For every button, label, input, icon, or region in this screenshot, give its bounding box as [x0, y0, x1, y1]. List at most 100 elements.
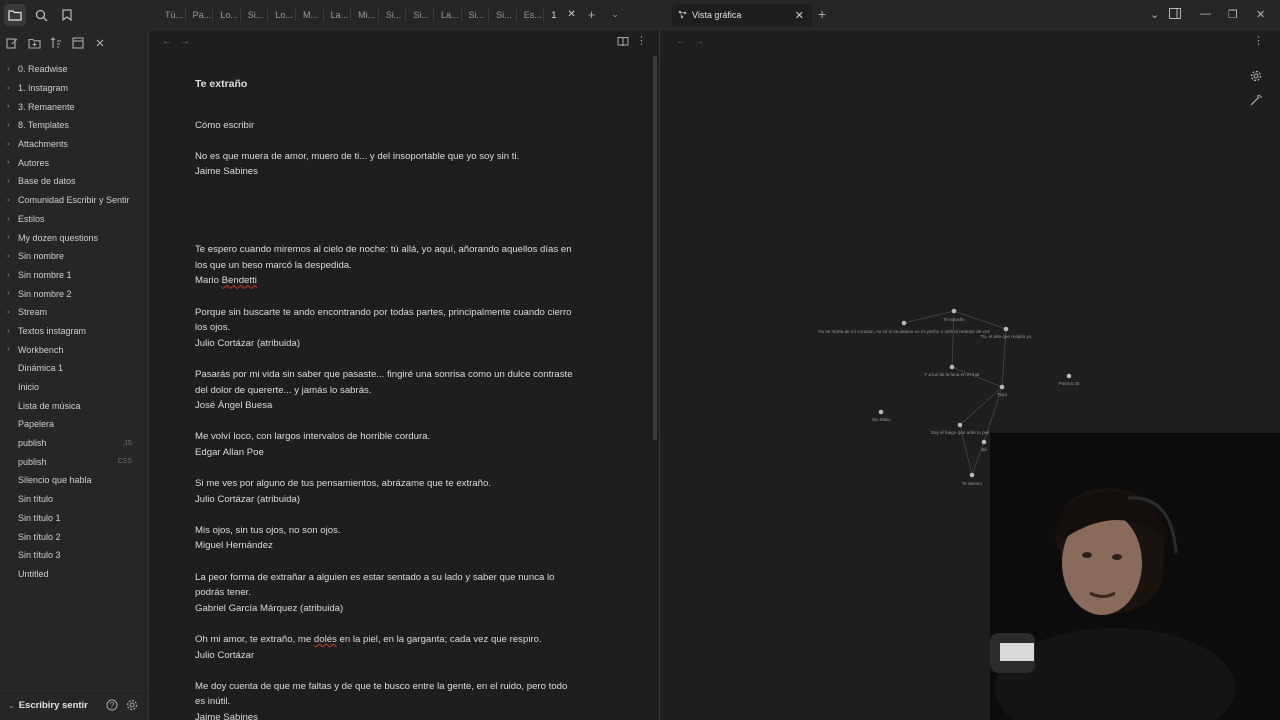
tab[interactable]: Lo...: [213, 7, 241, 22]
minimize-icon[interactable]: —: [1200, 8, 1211, 20]
folder-item[interactable]: › Sin nombre: [0, 247, 148, 266]
collapse-icon[interactable]: [71, 36, 85, 50]
file-item[interactable]: publish JS: [0, 434, 148, 453]
folder-item[interactable]: › Textos instagram: [0, 322, 148, 341]
tree-item-label: Stream: [18, 307, 48, 318]
file-item[interactable]: Sin título 2: [0, 527, 148, 546]
folder-item[interactable]: › Base de datos: [0, 172, 148, 191]
tab[interactable]: Si...: [406, 7, 434, 22]
new-note-icon[interactable]: [5, 36, 19, 50]
note-content[interactable]: Te extraño Cómo escribir No es que muera …: [195, 77, 605, 720]
spellcheck-word[interactable]: dolés: [314, 634, 337, 645]
close-all-icon[interactable]: [93, 36, 107, 50]
new-folder-icon[interactable]: [27, 36, 41, 50]
graph-node[interactable]: [1066, 373, 1072, 379]
folder-item[interactable]: › Stream: [0, 303, 148, 322]
tab[interactable]: M...: [296, 7, 324, 22]
graph-node[interactable]: [951, 308, 957, 314]
chevron-right-icon[interactable]: ›: [7, 214, 13, 223]
file-item[interactable]: Sin título 3: [0, 546, 148, 565]
graph-node[interactable]: [1003, 326, 1009, 332]
search-icon[interactable]: [30, 4, 52, 26]
folder-item[interactable]: › 0. Readwise: [0, 60, 148, 79]
chevron-right-icon[interactable]: ›: [7, 177, 13, 185]
folder-item[interactable]: › Workbench: [0, 340, 148, 359]
graph-node[interactable]: [969, 472, 975, 478]
more-options-icon[interactable]: ⋮: [636, 34, 647, 47]
file-item[interactable]: Dinámica 1: [0, 359, 148, 378]
back-arrow-icon[interactable]: ←: [162, 36, 172, 47]
chevron-right-icon[interactable]: ›: [7, 102, 13, 110]
file-item[interactable]: publish CSS: [0, 452, 148, 471]
chevron-right-icon[interactable]: ›: [7, 251, 13, 260]
chevron-right-icon[interactable]: ›: [7, 326, 13, 335]
folder-item[interactable]: › Estilos: [0, 210, 148, 229]
forward-arrow-icon[interactable]: →: [180, 36, 190, 47]
chevron-right-icon[interactable]: ›: [7, 158, 13, 166]
graph-node[interactable]: [901, 320, 907, 326]
tab[interactable]: Si...: [489, 7, 517, 22]
chevron-right-icon[interactable]: ›: [7, 83, 13, 92]
close-window-icon[interactable]: ✕: [1256, 8, 1265, 21]
tab[interactable]: Lo...: [268, 7, 296, 22]
help-icon[interactable]: ?: [106, 699, 120, 713]
chevron-right-icon[interactable]: ›: [7, 195, 13, 204]
scrollbar[interactable]: [653, 56, 657, 440]
file-item[interactable]: Silencio que habla: [0, 471, 148, 490]
tab[interactable]: Tú...: [158, 7, 186, 22]
tab[interactable]: Mi...: [351, 7, 379, 22]
tab-graph-view[interactable]: Vista gráfica ✕: [672, 4, 812, 26]
folder-item[interactable]: › Sin nombre 2: [0, 284, 148, 303]
bookmark-icon[interactable]: [56, 4, 78, 26]
close-tab-icon[interactable]: ✕: [567, 9, 575, 20]
files-icon[interactable]: [4, 4, 26, 26]
toggle-sidebar-icon[interactable]: [1169, 8, 1181, 22]
tab[interactable]: Si...: [241, 7, 269, 22]
vault-switcher[interactable]: ⌄ Escribiry sentir ?: [0, 690, 149, 720]
tab[interactable]: Si...: [379, 7, 407, 22]
graph-node[interactable]: [999, 384, 1005, 390]
close-tab-icon[interactable]: ✕: [795, 9, 804, 22]
new-tab-icon[interactable]: +: [588, 7, 596, 22]
graph-node[interactable]: [878, 409, 884, 415]
chevron-right-icon[interactable]: ›: [7, 345, 13, 353]
file-item[interactable]: Papelera: [0, 415, 148, 434]
folder-item[interactable]: › Sin nombre 1: [0, 266, 148, 285]
tab[interactable]: La...: [434, 7, 462, 22]
graph-node[interactable]: [957, 422, 963, 428]
file-item[interactable]: Sin título: [0, 490, 148, 509]
folder-item[interactable]: › 3. Remanente: [0, 97, 148, 116]
folder-item[interactable]: › My dozen questions: [0, 228, 148, 247]
tab[interactable]: Pa...: [186, 7, 214, 22]
chevron-right-icon[interactable]: ›: [7, 233, 13, 241]
file-item[interactable]: Lista de música: [0, 396, 148, 415]
settings-icon[interactable]: [126, 699, 140, 713]
file-item[interactable]: Sin título 1: [0, 509, 148, 528]
sort-icon[interactable]: [49, 36, 63, 50]
folder-item[interactable]: › 8. Templates: [0, 116, 148, 135]
reading-view-icon[interactable]: [617, 35, 629, 50]
tab[interactable]: La...: [324, 7, 352, 22]
folder-item[interactable]: › 1. Instagram: [0, 79, 148, 98]
folder-item[interactable]: › Attachments: [0, 135, 148, 154]
graph-node[interactable]: [949, 364, 955, 370]
folder-item[interactable]: › Comunidad Escribir y Sentir: [0, 191, 148, 210]
chevron-right-icon[interactable]: ›: [7, 65, 13, 73]
chevron-right-icon[interactable]: ›: [7, 139, 13, 148]
tab[interactable]: Es...: [517, 7, 545, 22]
chevron-right-icon[interactable]: ›: [7, 270, 13, 279]
maximize-icon[interactable]: ❐: [1228, 8, 1238, 21]
chevron-right-icon[interactable]: ›: [7, 289, 13, 297]
chevron-right-icon[interactable]: ›: [7, 121, 13, 129]
tab-list-icon[interactable]: ⌄: [611, 9, 619, 20]
tab-active[interactable]: 1: [544, 8, 566, 22]
file-item[interactable]: Inicio: [0, 378, 148, 397]
tab-list-icon[interactable]: ⌄: [1150, 8, 1159, 21]
graph-node[interactable]: [981, 439, 987, 445]
folder-item[interactable]: › Autores: [0, 153, 148, 172]
file-item[interactable]: Untitled: [0, 565, 148, 584]
new-tab-icon[interactable]: +: [818, 6, 826, 22]
tab[interactable]: Si...: [462, 7, 490, 22]
spellcheck-word[interactable]: Bendetti: [222, 275, 257, 286]
chevron-right-icon[interactable]: ›: [7, 307, 13, 316]
